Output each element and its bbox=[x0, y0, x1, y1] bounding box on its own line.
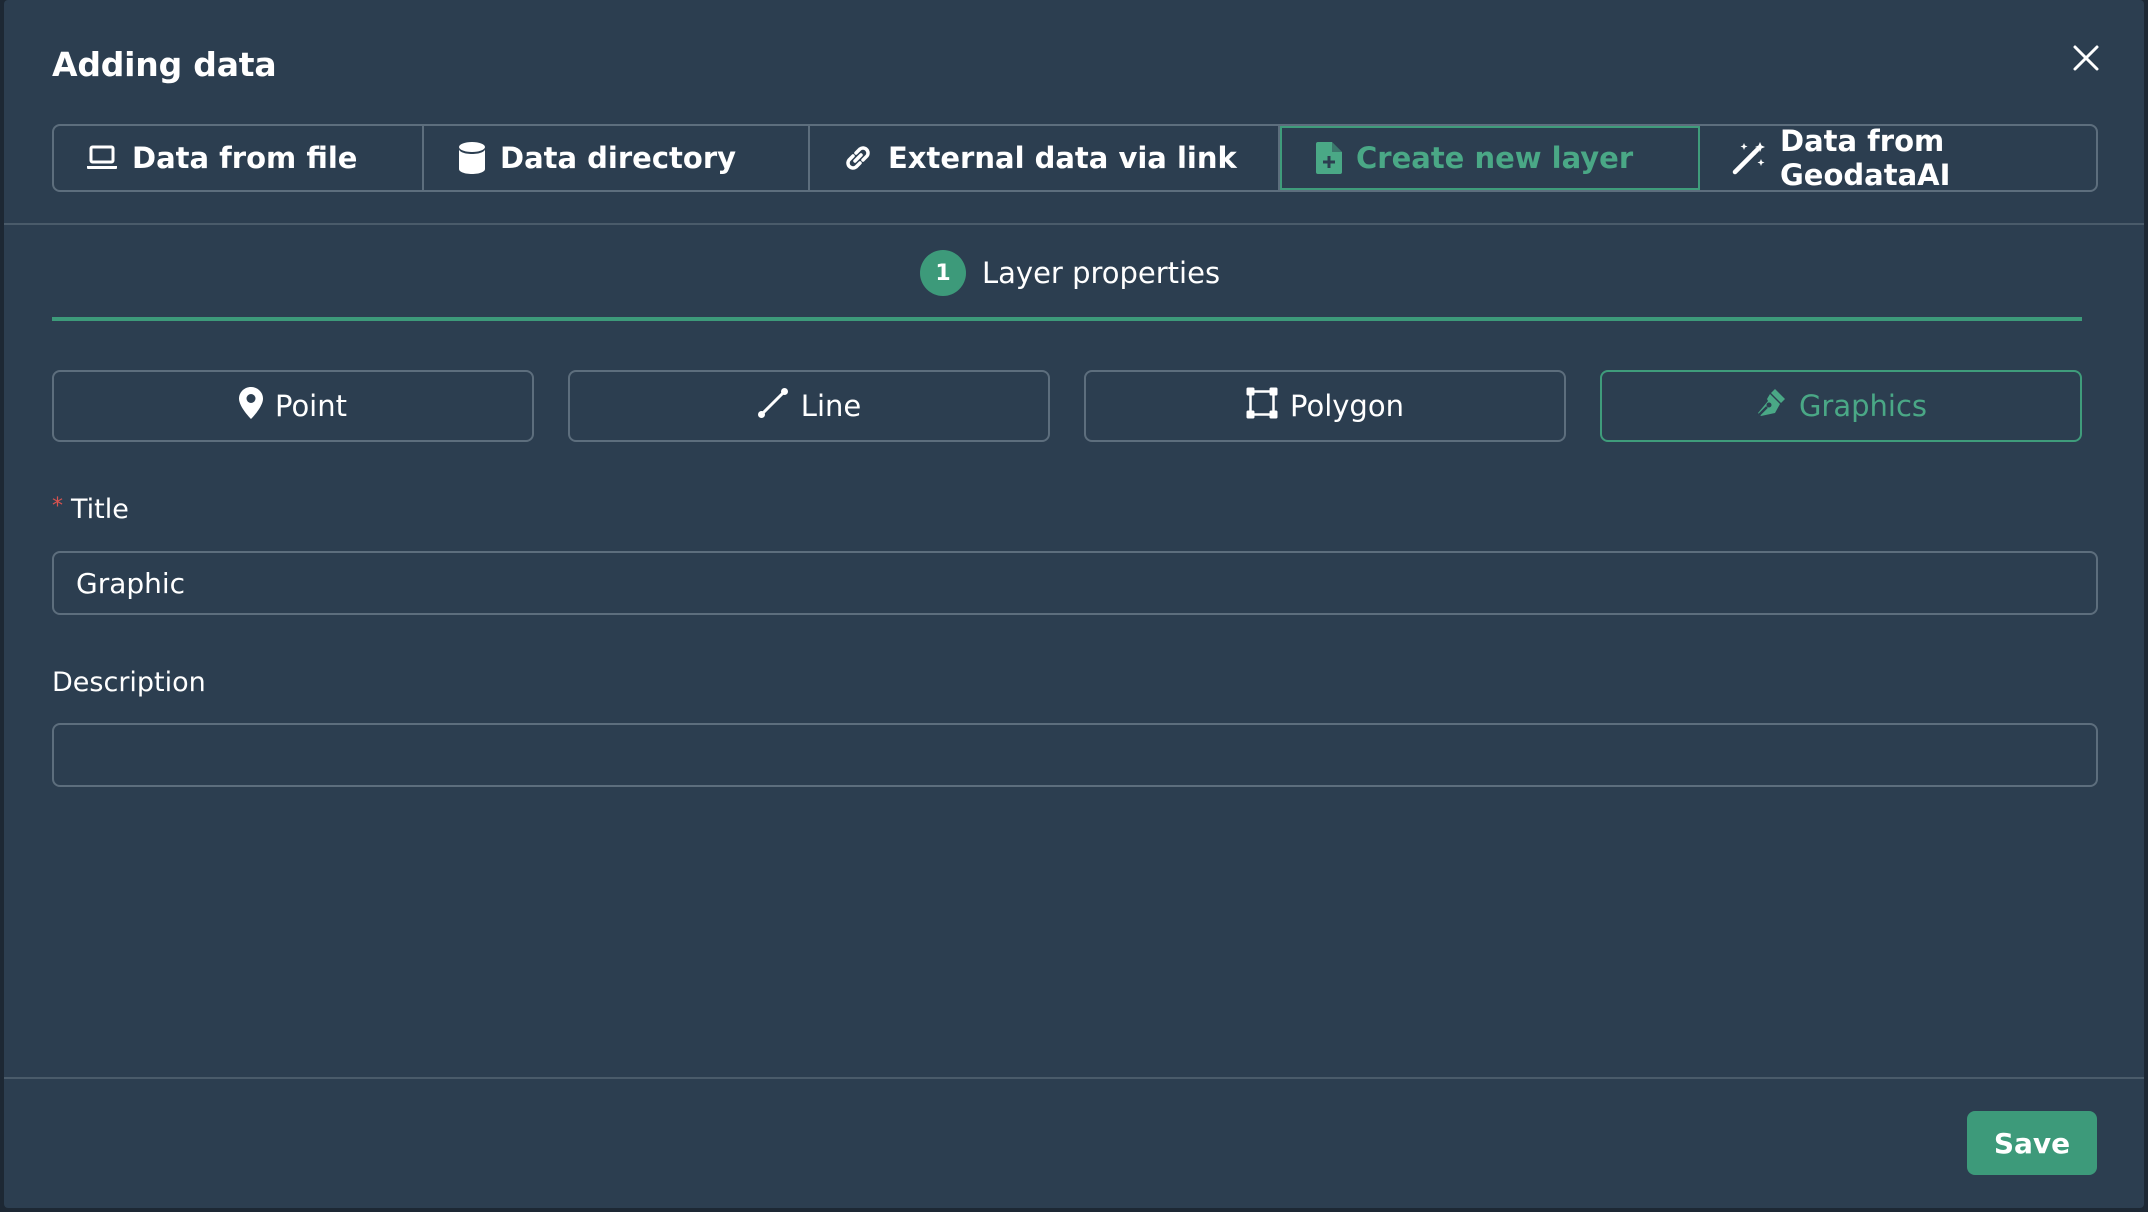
database-icon bbox=[458, 141, 486, 175]
tab-external-data-via-link[interactable]: External data via link bbox=[810, 126, 1280, 190]
stepper: 1 Layer properties bbox=[920, 250, 1220, 296]
tab-label: Data from file bbox=[132, 141, 358, 175]
required-mark: * bbox=[52, 494, 63, 519]
description-label: Description bbox=[52, 667, 206, 698]
close-icon bbox=[2073, 45, 2099, 71]
magic-wand-icon bbox=[1732, 141, 1766, 175]
geometry-line-button[interactable]: Line bbox=[568, 370, 1050, 442]
tab-data-from-file[interactable]: Data from file bbox=[54, 126, 424, 190]
geometry-point-button[interactable]: Point bbox=[52, 370, 534, 442]
title-input[interactable] bbox=[52, 551, 2098, 615]
geometry-label: Graphics bbox=[1798, 389, 1928, 423]
tab-data-directory[interactable]: Data directory bbox=[424, 126, 810, 190]
geometry-polygon-button[interactable]: Polygon bbox=[1084, 370, 1566, 442]
geometry-label: Point bbox=[274, 389, 347, 423]
link-icon bbox=[842, 142, 874, 174]
description-input[interactable] bbox=[52, 723, 2098, 787]
footer-divider bbox=[4, 1077, 2144, 1079]
file-plus-icon bbox=[1316, 142, 1342, 174]
tab-create-new-layer[interactable]: Create new layer bbox=[1280, 126, 1700, 190]
step-progress-bar bbox=[52, 317, 2082, 321]
close-button[interactable] bbox=[2064, 36, 2108, 80]
tab-label: Data directory bbox=[500, 141, 737, 175]
polygon-icon bbox=[1246, 387, 1278, 426]
save-button[interactable]: Save bbox=[1967, 1111, 2097, 1175]
map-pin-icon bbox=[238, 386, 263, 426]
tab-label: External data via link bbox=[888, 141, 1237, 175]
source-tabs: Data from file Data directory External d… bbox=[52, 124, 2098, 192]
step-number: 1 bbox=[920, 250, 966, 296]
tab-label: Create new layer bbox=[1356, 141, 1634, 175]
title-label: * Title bbox=[52, 494, 129, 525]
geometry-label: Polygon bbox=[1290, 389, 1404, 423]
laptop-icon bbox=[86, 145, 118, 171]
adding-data-dialog: Adding data Data from file Data director… bbox=[4, 0, 2144, 1208]
line-icon bbox=[757, 387, 789, 426]
title-label-text: Title bbox=[71, 494, 129, 525]
header-divider bbox=[4, 223, 2144, 225]
geometry-type-selector: Point Line Polygon Graphics bbox=[52, 370, 2082, 442]
step-label: Layer properties bbox=[982, 256, 1221, 290]
pen-nib-icon bbox=[1755, 387, 1787, 426]
geometry-graphics-button[interactable]: Graphics bbox=[1600, 370, 2082, 442]
tab-label: Data from GeodataAI bbox=[1780, 124, 1951, 192]
dialog-title: Adding data bbox=[52, 45, 277, 84]
geometry-label: Line bbox=[800, 389, 862, 423]
tab-data-from-geodataai[interactable]: Data from GeodataAI bbox=[1700, 126, 2096, 190]
